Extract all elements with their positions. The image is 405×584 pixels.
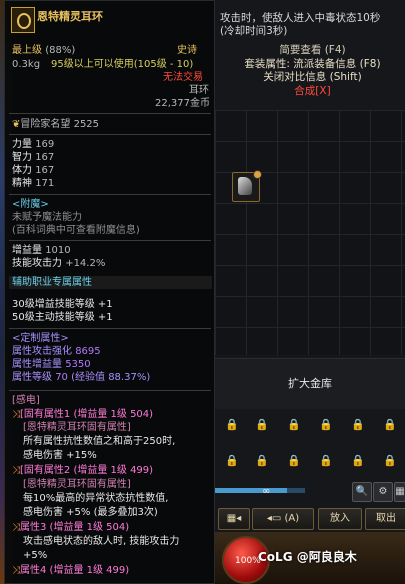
menu-brief-view[interactable]: 简要查看 (F4) bbox=[220, 44, 405, 58]
weight: 0.3kg bbox=[12, 59, 41, 70]
helmet-icon bbox=[238, 177, 252, 195]
support-line1: 30级增益技能等级 +1 bbox=[12, 299, 113, 310]
item-name: 恩特精灵耳环 bbox=[37, 10, 103, 23]
lock-icon: 🔒 bbox=[351, 454, 365, 467]
lock-icon: 🔒 bbox=[351, 418, 365, 431]
attr2-title: ⤨[固有属性2 (增益量 1级 499) bbox=[12, 465, 154, 476]
menu-set-attributes[interactable]: 套装属性: 流派装备信息 (F8) bbox=[220, 58, 405, 72]
menu-close-compare[interactable]: 关闭对比信息 (Shift) bbox=[220, 71, 405, 85]
lock-icon: 🔒 bbox=[319, 454, 333, 467]
support-line2: 50级主动技能等级 +1 bbox=[12, 312, 113, 323]
reputation: ❦冒险家名望 2525 bbox=[12, 119, 100, 130]
watermark: CoLG @阿良良木 bbox=[258, 550, 357, 564]
attr2-line2: 感电伤害 +5% (最多叠加3次) bbox=[23, 507, 158, 518]
attr4-title: ⤨属性4 (增益量 1级 499) bbox=[12, 565, 130, 576]
buff-power: 增益量 1010 bbox=[12, 245, 71, 256]
custom-level: 属性等级 70 (经验值 88.37%) bbox=[12, 372, 151, 383]
arrow-icon: ◂▭ bbox=[266, 513, 282, 524]
stored-item-slot[interactable] bbox=[232, 170, 262, 202]
shuffle-icon: ⤨ bbox=[12, 409, 20, 420]
shuffle-icon: ⤨ bbox=[12, 565, 20, 576]
earring-icon bbox=[11, 7, 35, 33]
shuffle-icon: ⤨ bbox=[12, 522, 20, 533]
menu-synthesize[interactable]: 合成[X] bbox=[220, 85, 405, 99]
hp-percent: 100% bbox=[235, 556, 261, 566]
lock-icon: 🔒 bbox=[225, 418, 239, 431]
lock-icon: 🔒 bbox=[287, 418, 301, 431]
custom-row-1: 属性攻击强化 8695 bbox=[12, 346, 101, 357]
gold-infinity: ∞ bbox=[262, 486, 271, 497]
trade-status: 无法交易 bbox=[163, 72, 203, 83]
sort-icon[interactable]: ▦ bbox=[394, 482, 405, 502]
search-icon[interactable]: 🔍 bbox=[352, 482, 372, 502]
stat-int: 智力 167 bbox=[12, 152, 55, 163]
stat-vit: 体力 167 bbox=[12, 165, 55, 176]
lock-icon: 🔒 bbox=[383, 418, 397, 431]
attr2-source: [恩特精灵耳环固有属性] bbox=[23, 479, 131, 490]
skill-attack: 技能攻击力 +14.2% bbox=[12, 258, 106, 269]
deposit-button[interactable]: 放入 bbox=[318, 508, 362, 530]
grid-view-button[interactable]: ▦◂ bbox=[218, 508, 250, 530]
support-header: 辅助职业专属属性 bbox=[12, 277, 92, 288]
compare-item-desc: 攻击时，使敌人进入中毒状态10秒 (冷却时间3秒) bbox=[220, 12, 381, 37]
enchant-header: <附魔> bbox=[12, 199, 49, 210]
item-tooltip: 恩特精灵耳环 最上级 (88%) 史诗 0.3kg 95级以上可以使用(105级… bbox=[4, 0, 215, 584]
attr1-title: ⤨[固有属性1 (增益量 1级 504) bbox=[12, 409, 154, 420]
shuffle-icon: ⤨ bbox=[12, 465, 20, 476]
max-level: 最上级 (88%) bbox=[12, 45, 76, 56]
enchant-line2: (百科词典中可查看附魔信息) bbox=[12, 225, 140, 236]
locked-slots: 🔒 🔒 🔒 🔒 🔒 🔒 🔒 🔒 🔒 🔒 🔒 🔒 bbox=[215, 410, 405, 480]
storage-grid[interactable] bbox=[215, 110, 405, 355]
withdraw-button[interactable]: 取出 bbox=[365, 508, 405, 530]
lock-icon: 🔒 bbox=[319, 418, 333, 431]
lock-icon: 🔒 bbox=[255, 418, 269, 431]
lock-icon: 🔒 bbox=[287, 454, 301, 467]
custom-header: <定制属性> bbox=[12, 333, 69, 344]
expand-vault-button[interactable]: 扩大金库 bbox=[215, 358, 405, 409]
element-header: [感电] bbox=[12, 395, 40, 406]
lock-icon: 🔒 bbox=[255, 454, 269, 467]
compare-menu: 简要查看 (F4) 套装属性: 流派装备信息 (F8) 关闭对比信息 (Shif… bbox=[220, 44, 405, 98]
attr2-line1: 每10%最高的异常状态抗性数值, bbox=[23, 493, 169, 504]
move-all-button[interactable]: ◂▭ (A) bbox=[252, 508, 314, 530]
attr1-line2: 感电伤害 +15% bbox=[23, 450, 97, 461]
lock-icon: 🔒 bbox=[383, 454, 397, 467]
slot-type: 耳环 bbox=[189, 85, 209, 96]
lock-icon: 🔒 bbox=[225, 454, 239, 467]
vault-progress-bar bbox=[215, 488, 305, 493]
attr1-line1: 所有属性抗性数值之和高于250时, bbox=[23, 436, 176, 447]
level-requirement: 95级以上可以使用(105级 - 10) bbox=[51, 59, 194, 70]
gear-icon[interactable]: ⚙ bbox=[373, 482, 393, 502]
attr3-line2: +5% bbox=[23, 550, 48, 561]
custom-row-2: 属性增益量 5350 bbox=[12, 359, 91, 370]
stat-spr: 精神 171 bbox=[12, 178, 55, 189]
enchant-line1: 未赋予魔法能力 bbox=[12, 212, 82, 223]
attr3-title: ⤨属性3 (增益量 1级 504) bbox=[12, 522, 130, 533]
price: 22,377金币 bbox=[155, 98, 210, 109]
stat-str: 力量 169 bbox=[12, 139, 55, 150]
attr1-source: [恩特精灵耳环固有属性] bbox=[23, 422, 131, 433]
attr3-line1: 攻击感电状态的敌人时, 技能攻击力 bbox=[23, 536, 180, 547]
rarity: 史诗 bbox=[177, 45, 197, 56]
item-indicator-icon bbox=[253, 170, 262, 179]
